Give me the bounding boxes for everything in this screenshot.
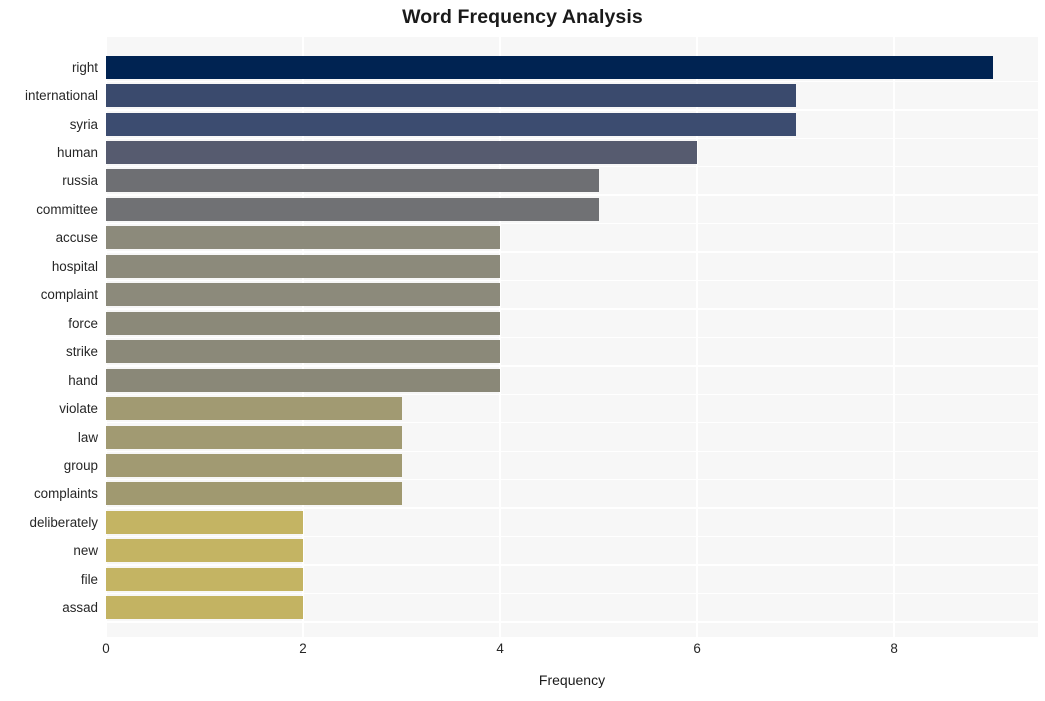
word-frequency-chart-figure: Word Frequency Analysis right internation… xyxy=(0,0,1045,701)
x-tick-label-2: 2 xyxy=(299,641,307,656)
y-tick-label-complaints: complaints xyxy=(33,486,98,502)
y-axis-tick-labels: right international syria human russia commit… xyxy=(0,37,1045,637)
y-tick-label-force: force xyxy=(68,315,98,331)
y-tick-label-right: right xyxy=(71,59,98,75)
x-axis-tick-labels: 0 2 4 6 8 xyxy=(0,641,1045,665)
y-tick-label-group: group xyxy=(63,457,98,473)
y-tick-label-committee: committee xyxy=(36,201,98,217)
y-tick-label-law: law xyxy=(77,429,98,445)
y-tick-label-violate: violate xyxy=(59,401,98,417)
x-tick-label-8: 8 xyxy=(890,641,898,656)
y-tick-label-new: new xyxy=(73,543,98,559)
y-tick-label-syria: syria xyxy=(69,116,98,132)
y-tick-label-file: file xyxy=(80,571,98,587)
y-tick-label-deliberately: deliberately xyxy=(29,514,98,530)
y-tick-label-accuse: accuse xyxy=(55,230,98,246)
x-tick-label-0: 0 xyxy=(102,641,110,656)
y-tick-label-russia: russia xyxy=(62,173,98,189)
x-tick-label-6: 6 xyxy=(693,641,701,656)
x-tick-label-4: 4 xyxy=(496,641,504,656)
y-tick-label-hand: hand xyxy=(68,372,98,388)
chart-title: Word Frequency Analysis xyxy=(402,6,643,28)
y-tick-label-assad: assad xyxy=(62,600,98,616)
y-tick-label-human: human xyxy=(57,145,98,160)
y-tick-label-international: international xyxy=(25,88,98,104)
y-tick-label-strike: strike xyxy=(66,344,98,360)
y-tick-label-complaint: complaint xyxy=(40,287,98,303)
y-tick-label-hospital: hospital xyxy=(51,258,98,274)
x-axis-label: Frequency xyxy=(538,672,606,688)
